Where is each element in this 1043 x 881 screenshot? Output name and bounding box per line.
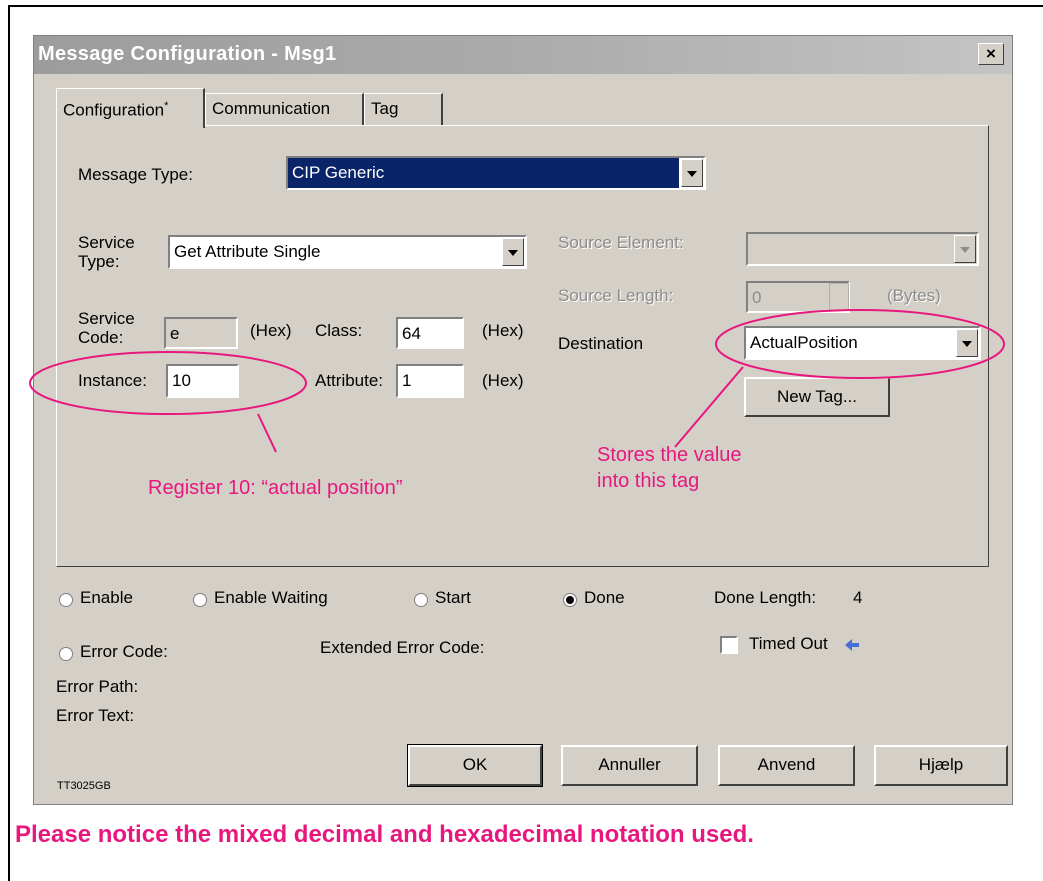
instance-highlight-ellipse <box>29 351 307 415</box>
tab-configuration[interactable]: Configuration* <box>56 88 205 128</box>
destination-callout-line <box>674 366 744 448</box>
instance-callout-line <box>257 413 277 453</box>
tab-configuration-label: Configuration <box>63 100 165 120</box>
tag-note-line-2: into this tag <box>597 470 700 492</box>
tab-modified-marker: * <box>164 100 169 112</box>
figure-code: TT3025GB <box>57 780 111 792</box>
footnote: Please notice the mixed decimal and hexa… <box>15 821 754 848</box>
tag-note-line-1: Stores the value <box>597 444 742 466</box>
annotation-overlay <box>29 309 1005 453</box>
register-note: Register 10: “actual position” <box>148 477 403 499</box>
destination-highlight-ellipse <box>715 309 1005 379</box>
